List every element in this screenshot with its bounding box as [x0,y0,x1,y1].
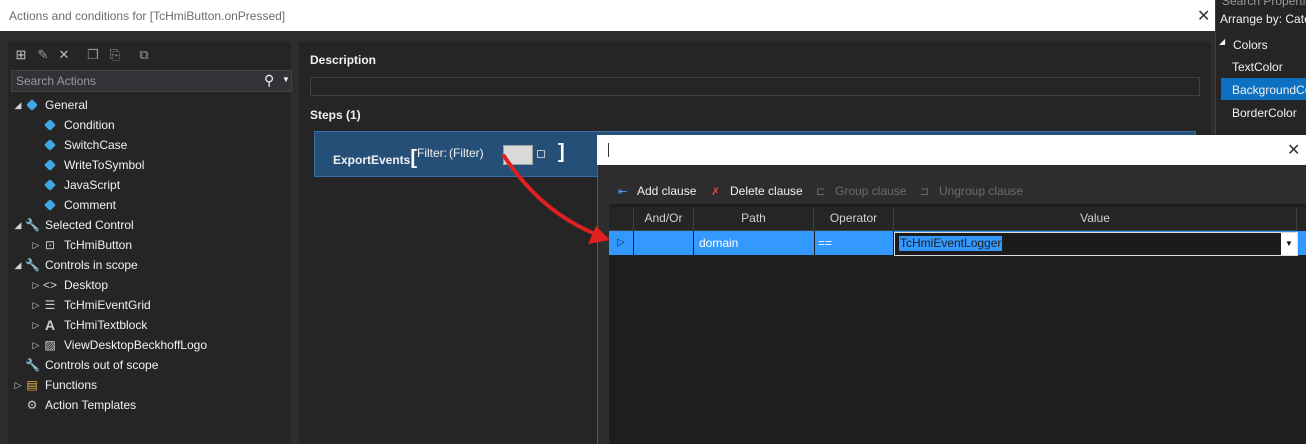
collapsed-triangle-icon[interactable]: ▷ [31,335,41,355]
add-clause-icon: ⇤ [618,186,628,198]
collapsed-triangle-icon[interactable]: ▷ [13,375,23,395]
wrench-icon: 🔧 [25,358,40,372]
wrench-icon: 🔧 [25,258,40,272]
clause-toolbar: ⇤ Add clause ✗ Delete clause ⊏ Group clause… [609,178,1306,204]
search-actions-box[interactable]: Search Actions ⚲ ▼ [11,70,292,92]
tree-label: Controls in scope [45,258,138,272]
filter-label: Filter: [417,146,447,160]
delete-icon[interactable]: ✕ [57,48,71,62]
wrench-icon: 🔧 [25,218,40,232]
delete-clause-button[interactable]: ✗ Delete clause [711,184,803,198]
tree-label: Desktop [64,278,109,292]
add-clause-button[interactable]: ⇤ Add clause [618,184,696,198]
button-control-icon: ⊡ [44,238,56,252]
cell-value-combobox[interactable]: TcHmiEventLogger ▼ [894,232,1298,256]
delete-clause-icon: ✗ [711,186,721,198]
cell-and-or[interactable] [634,231,694,255]
search-actions-input[interactable]: Search Actions [16,74,96,88]
tree-label: Action Templates [45,398,137,412]
tree-label: General [45,98,88,112]
clause-grid-header: And/Or Path Operator Value [609,207,1306,231]
step-name: ExportEvents[ [333,147,418,169]
steps-label: Steps (1) [310,108,361,122]
column-header-and-or[interactable]: And/Or [634,207,694,231]
collapsed-triangle-icon[interactable]: ▷ [31,295,41,315]
tree-label: TcHmiEventGrid [64,298,151,312]
template-icon[interactable]: ⧉ [137,48,151,62]
tree-label: WriteToSymbol [64,158,145,172]
arrange-by-value[interactable]: Cate [1285,12,1306,26]
ungroup-clause-button[interactable]: ⊐ Ungroup clause [920,184,1023,198]
cell-operator[interactable]: == [814,231,894,255]
template-icon: ⚙ [26,398,38,412]
tree-label: Selected Control [45,218,134,232]
paste-icon[interactable]: ⎘ [108,48,122,62]
tree-label: TcHmiButton [64,238,133,252]
description-label: Description [310,53,377,67]
functions-icon: ▤ [26,378,38,392]
tree-label: Controls out of scope [45,358,159,372]
arrange-by-label: Arrange by: Cate [1220,12,1306,26]
textblock-icon: A [44,317,56,333]
code-icon: <> [43,278,58,292]
properties-search-partial[interactable]: Search Properties [1222,0,1306,8]
column-header-value[interactable]: Value [894,207,1297,231]
tree-label: SwitchCase [64,138,128,152]
chevron-down-icon[interactable]: ▼ [1281,233,1297,255]
event-grid-icon: ☰ [44,298,56,312]
chevron-down-icon[interactable]: ▼ [282,75,290,84]
expanded-triangle-icon[interactable]: ◢ [13,95,23,115]
tree-label: JavaScript [64,178,121,192]
column-header-path[interactable]: Path [694,207,814,231]
ungroup-clause-icon: ⊐ [920,186,930,198]
dialog-titlebar: Actions and conditions for [TcHmiButton.… [0,0,1215,31]
expand-triangle-icon[interactable]: ◢ [1219,37,1225,46]
new-action-icon[interactable]: ⊞ [14,48,28,62]
annotation-arrow [502,154,610,244]
image-icon: ▨ [44,338,56,352]
collapsed-triangle-icon[interactable]: ▷ [31,235,41,255]
tree-label: TcHmiTextblock [64,318,148,332]
column-header-operator[interactable]: Operator [814,207,894,231]
filter-editor-titlebar: ✕ [597,135,1306,165]
property-textcolor[interactable]: TextColor [1232,60,1283,74]
tree-label: Condition [64,118,115,132]
collapsed-triangle-icon[interactable]: ▷ [31,275,41,295]
category-colors: Colors [1233,38,1268,52]
close-icon[interactable]: ✕ [1197,6,1210,26]
close-icon[interactable]: ✕ [1287,140,1300,160]
property-bordercolor[interactable]: BorderColor [1232,106,1297,120]
expanded-triangle-icon[interactable]: ◢ [13,215,23,235]
collapsed-triangle-icon[interactable]: ▷ [31,315,41,335]
expanded-triangle-icon[interactable]: ◢ [13,255,23,275]
cell-value-text[interactable]: TcHmiEventLogger [899,236,1003,251]
dialog-title: Actions and conditions for [TcHmiButton.… [9,9,286,23]
cell-path[interactable]: domain [694,231,815,255]
tree-label: Comment [64,198,117,212]
filter-value: (Filter) [449,146,484,160]
tree-label: Functions [45,378,98,392]
description-input[interactable] [310,77,1200,96]
property-backgroundcolor[interactable]: BackgroundCo [1232,83,1306,97]
copy-icon[interactable]: ❐ [86,48,100,62]
edit-icon[interactable]: ✎ [36,48,50,62]
group-clause-button[interactable]: ⊏ Group clause [816,184,906,198]
group-clause-icon: ⊏ [816,186,826,198]
tree-label: ViewDesktopBeckhoffLogo [64,338,207,352]
search-icon[interactable]: ⚲ [264,72,274,89]
